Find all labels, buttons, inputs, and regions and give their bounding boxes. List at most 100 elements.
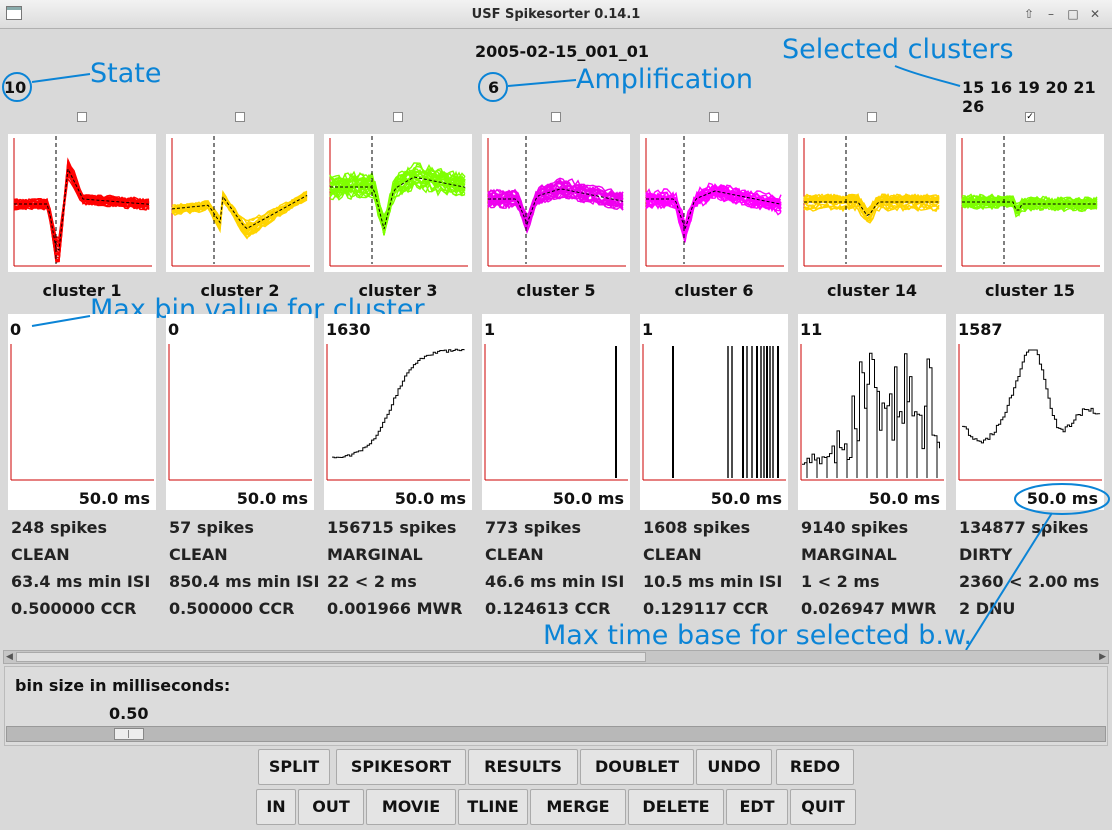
max-bin-value: 0: [168, 320, 180, 339]
waveform-trace: [13, 164, 150, 263]
delete-button[interactable]: DELETE: [628, 789, 724, 825]
window-title: USF Spikesorter 0.14.1: [471, 7, 641, 22]
cluster-label: cluster 15: [984, 281, 1076, 300]
maximize-icon[interactable]: □: [1064, 6, 1082, 22]
isi-stat: 46.6 ms min ISI: [485, 572, 625, 591]
max-bin-value: 1: [642, 320, 654, 339]
quality-metric: 2 DNU: [959, 599, 1016, 618]
waveform-plot: [329, 136, 468, 267]
scroll-right-arrow-icon[interactable]: ▶: [1099, 652, 1106, 662]
isi-histogram-plot: [800, 344, 944, 481]
quit-button[interactable]: QUIT: [790, 789, 856, 825]
annotation-state: State: [90, 58, 162, 89]
cluster-select-checkbox[interactable]: [867, 112, 877, 122]
isi-histogram-panel[interactable]: [166, 314, 314, 510]
waveform-panel[interactable]: [166, 134, 314, 272]
close-icon[interactable]: ✕: [1086, 6, 1104, 22]
bin-size-panel: bin size in milliseconds: 0.50: [4, 666, 1108, 746]
waveform-trace: [13, 173, 150, 248]
results-button[interactable]: RESULTS: [468, 749, 578, 785]
cluster-select-checkbox[interactable]: [235, 112, 245, 122]
isi-stat: 850.4 ms min ISI: [169, 572, 320, 591]
isi-histogram-plot: [484, 344, 628, 481]
time-base-value: 50.0 ms: [868, 489, 940, 508]
isi-histogram-panel[interactable]: [482, 314, 630, 510]
quality-metric: 0.129117 CCR: [643, 599, 769, 618]
waveform-trace: [13, 167, 150, 262]
time-base-value: 50.0 ms: [394, 489, 466, 508]
histogram-trace: [332, 348, 465, 459]
doublet-button[interactable]: DOUBLET: [580, 749, 694, 785]
annotation-amplification: Amplification: [576, 64, 754, 95]
cluster-label: cluster 6: [674, 281, 754, 300]
cluster-select-checkbox[interactable]: [709, 112, 719, 122]
time-base-value: 50.0 ms: [236, 489, 308, 508]
waveform-trace: [13, 176, 150, 247]
waveform-plot: [171, 136, 310, 267]
undo-button[interactable]: UNDO: [696, 749, 772, 785]
merge-button[interactable]: MERGE: [530, 789, 626, 825]
out-button[interactable]: OUT: [298, 789, 364, 825]
minimize-icon[interactable]: –: [1042, 6, 1060, 22]
waveform-mean-trace: [14, 167, 150, 251]
movie-button[interactable]: MOVIE: [366, 789, 456, 825]
cluster-label: cluster 3: [358, 281, 438, 300]
cluster-label: cluster 5: [516, 281, 596, 300]
isi-histogram-panel[interactable]: [324, 314, 472, 510]
isi-histogram-plot: [10, 344, 154, 481]
spike-count: 1608 spikes: [643, 518, 751, 537]
quality-metric: 0.001966 MWR: [327, 599, 463, 618]
cluster-select-checkbox[interactable]: [77, 112, 87, 122]
histogram-trace: [962, 349, 1101, 444]
quality-metric: 0.500000 CCR: [169, 599, 295, 618]
cluster-label: cluster 2: [200, 281, 280, 300]
state-value: 10: [4, 78, 27, 97]
quality-status: CLEAN: [169, 545, 228, 564]
quality-metric: 0.124613 CCR: [485, 599, 611, 618]
time-base-value: 50.0 ms: [1026, 489, 1098, 508]
time-base-value: 50.0 ms: [710, 489, 782, 508]
edt-button[interactable]: EDT: [726, 789, 788, 825]
waveform-trace: [13, 166, 150, 257]
spike-count: 773 spikes: [485, 518, 582, 537]
isi-stat: 22 < 2 ms: [327, 572, 417, 591]
waveform-plot: [487, 136, 626, 267]
bin-size-slider[interactable]: [6, 726, 1106, 742]
scrollbar-thumb[interactable]: [16, 652, 646, 662]
waveform-panel[interactable]: [482, 134, 630, 272]
tline-button[interactable]: TLINE: [458, 789, 528, 825]
time-base-value: 50.0 ms: [552, 489, 624, 508]
waveform-panel[interactable]: [956, 134, 1104, 272]
isi-stat: 2360 < 2.00 ms: [959, 572, 1100, 591]
horizontal-scrollbar[interactable]: ◀ ▶: [3, 650, 1109, 664]
waveform-panel[interactable]: [324, 134, 472, 272]
cluster-select-checkbox[interactable]: [393, 112, 403, 122]
waveform-panel[interactable]: [8, 134, 156, 272]
bin-size-slider-thumb[interactable]: [114, 728, 144, 740]
waveform-panel[interactable]: [640, 134, 788, 272]
cluster-select-checkbox[interactable]: ✓: [1025, 112, 1035, 122]
isi-stat: 63.4 ms min ISI: [11, 572, 151, 591]
waveform-plot: [961, 136, 1100, 267]
split-button[interactable]: SPLIT: [258, 749, 330, 785]
max-bin-value: 0: [10, 320, 22, 339]
isi-histogram-panel[interactable]: [956, 314, 1104, 510]
quality-status: MARGINAL: [801, 545, 897, 564]
waveform-panel[interactable]: [798, 134, 946, 272]
spikesort-button[interactable]: SPIKESORT: [336, 749, 466, 785]
annotation-max-time: Max time base for selected b.w.: [543, 620, 973, 651]
isi-histogram-panel[interactable]: [798, 314, 946, 510]
selected-clusters-list: 15 16 19 20 21 26: [962, 78, 1096, 116]
shade-icon[interactable]: ⇧: [1020, 6, 1038, 22]
isi-stat: 1 < 2 ms: [801, 572, 880, 591]
scroll-left-arrow-icon[interactable]: ◀: [6, 652, 13, 662]
filename-label: 2005-02-15_001_01: [475, 42, 650, 61]
in-button[interactable]: IN: [256, 789, 296, 825]
isi-histogram-panel[interactable]: [8, 314, 156, 510]
isi-histogram-panel[interactable]: [640, 314, 788, 510]
max-bin-value: 1630: [326, 320, 371, 339]
amplification-value: 6: [488, 78, 500, 97]
cluster-select-checkbox[interactable]: [551, 112, 561, 122]
redo-button[interactable]: REDO: [776, 749, 854, 785]
spike-count: 134877 spikes: [959, 518, 1089, 537]
